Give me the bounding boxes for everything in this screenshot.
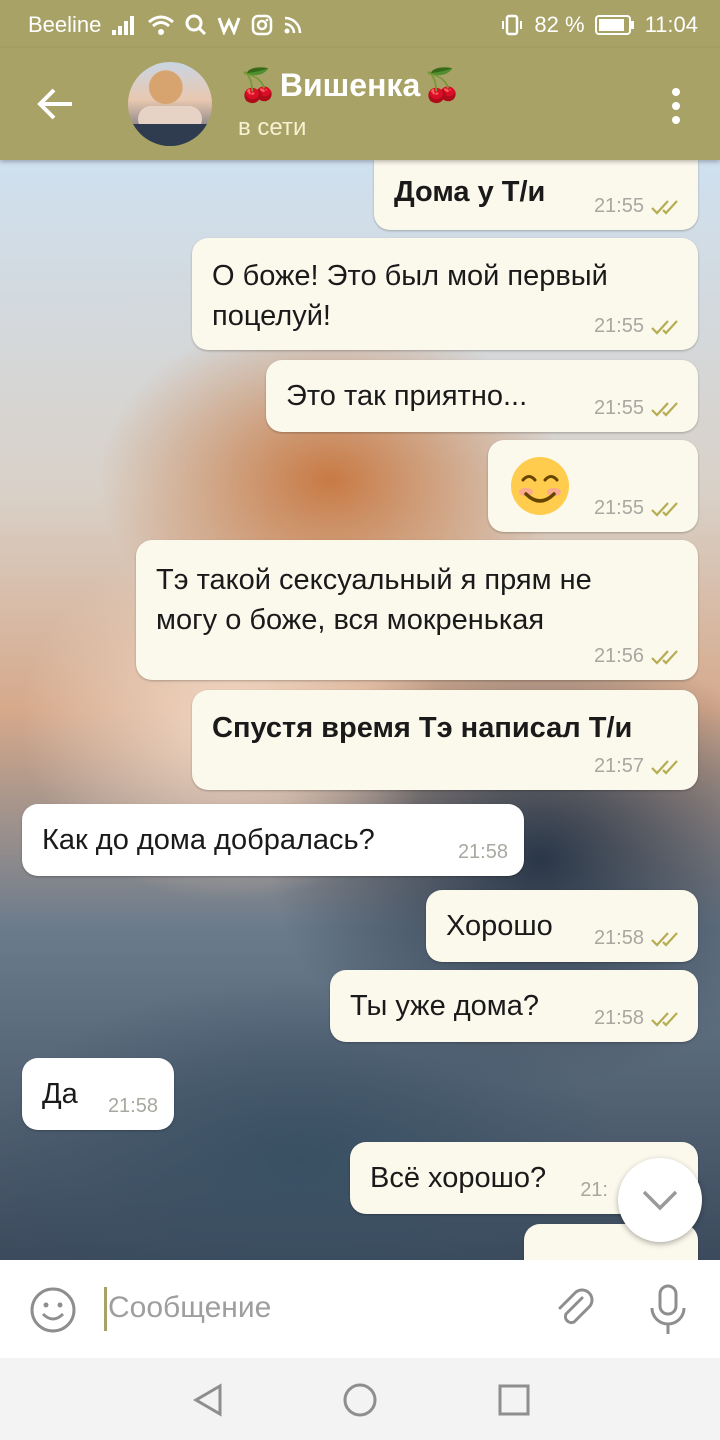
search-icon <box>185 14 207 36</box>
message-composer <box>0 1260 720 1358</box>
message-text-line: Тэ такой сексуальный я прям не <box>156 564 592 596</box>
message-time: 21:56 <box>593 645 644 667</box>
online-status: в сети <box>238 114 307 141</box>
nav-home-button[interactable] <box>342 1382 378 1423</box>
status-bar: Beeline 82 % 11:04 <box>0 0 720 48</box>
message-time: 21:55 <box>593 397 644 419</box>
message-bubble[interactable]: Да 21:58 <box>22 1058 174 1130</box>
message-bubble[interactable]: Дома у Т/и 21:55 <box>374 160 698 230</box>
message-bubble[interactable]: Как до дома добралась? 21:58 <box>22 804 524 876</box>
read-checks-icon <box>651 931 678 947</box>
message-text: Дома у Т/и <box>394 176 546 208</box>
message-text-line: поцелуй! <box>212 300 331 332</box>
text-cursor <box>104 1287 107 1331</box>
read-checks-icon <box>651 319 678 335</box>
smiling-face-emoji-icon <box>511 457 569 515</box>
chat-header: 🍒 Вишенка 🍒 в сети <box>0 48 720 160</box>
kebab-menu-icon <box>672 88 680 124</box>
message-bubble[interactable]: Хорошо 21:58 <box>426 890 698 962</box>
read-checks-icon <box>651 759 678 775</box>
read-checks-icon <box>651 501 678 517</box>
microphone-icon <box>650 1284 686 1334</box>
contact-name-text: Вишенка <box>279 66 421 103</box>
microphone-button[interactable] <box>648 1284 688 1336</box>
message-text: Хорошо <box>446 910 553 942</box>
attach-button[interactable] <box>552 1286 598 1332</box>
more-menu-button[interactable] <box>666 86 686 126</box>
message-text: Да <box>42 1078 78 1110</box>
chevron-down-icon <box>642 1190 678 1211</box>
cherry-icon: 🍒 <box>238 67 278 103</box>
battery-percent: 82 % <box>534 12 585 37</box>
circle-home-icon <box>343 1383 377 1417</box>
read-checks-icon <box>651 199 678 215</box>
nav-back-button[interactable] <box>190 1382 226 1423</box>
message-time: 21:58 <box>593 927 644 949</box>
avatar[interactable] <box>128 62 212 146</box>
wifi-icon <box>147 14 175 36</box>
chat-messages[interactable]: Дома у Т/и 21:55 О боже! Это был мой пер… <box>0 160 720 1260</box>
back-button[interactable] <box>34 82 78 126</box>
message-text: Как до дома добралась? <box>42 824 375 856</box>
message-bubble[interactable]: 21:55 <box>488 440 698 532</box>
message-text: Ты уже дома? <box>350 990 539 1022</box>
triangle-back-icon <box>193 1383 222 1417</box>
signal-icon <box>111 14 137 36</box>
message-time: 21:58 <box>107 1095 158 1117</box>
message-text-line: могу о боже, вся мокренькая <box>156 604 545 636</box>
message-bubble[interactable]: Это так приятно... 21:55 <box>266 360 698 432</box>
message-bubble[interactable]: Ты уже дома? 21:58 <box>330 970 698 1042</box>
paperclip-icon <box>558 1288 594 1325</box>
scroll-to-bottom-button[interactable] <box>618 1158 702 1242</box>
read-checks-icon <box>651 649 678 665</box>
w-app-icon <box>217 15 241 35</box>
message-time: 21:55 <box>593 315 644 337</box>
message-text-line: О боже! Это был мой первый <box>212 260 608 292</box>
carrier-label: Beeline <box>28 12 102 37</box>
message-text: Спустя время Тэ написал Т/и <box>212 712 633 744</box>
message-bubble[interactable]: Тэ такой сексуальный я прям не могу о бо… <box>136 540 698 680</box>
message-bubble[interactable]: О боже! Это был мой первый поцелуй! 21:5… <box>192 238 698 350</box>
battery-icon <box>594 14 635 36</box>
back-arrow-icon <box>37 88 72 120</box>
message-time: 21:57 <box>593 755 644 777</box>
message-time: 21:58 <box>593 1007 644 1029</box>
system-navigation-bar <box>0 1358 720 1440</box>
nav-recents-button[interactable] <box>496 1382 532 1423</box>
message-time: 21:58 <box>457 841 508 863</box>
smiley-icon <box>30 1287 76 1333</box>
rss-icon <box>283 15 303 35</box>
contact-name[interactable]: 🍒 Вишенка 🍒 <box>238 66 462 104</box>
clock: 11:04 <box>644 12 698 37</box>
message-time: 21: <box>580 1179 608 1201</box>
message-time: 21:55 <box>593 497 644 519</box>
emoji-button[interactable] <box>30 1287 76 1333</box>
vibrate-icon <box>500 13 524 37</box>
square-recents-icon <box>498 1384 530 1416</box>
message-bubble[interactable]: Спустя время Тэ написал Т/и 21:57 <box>192 690 698 790</box>
message-text: Это так приятно... <box>286 380 528 412</box>
message-text: Всё хорошо? <box>370 1162 547 1194</box>
message-time: 21:55 <box>593 195 644 217</box>
message-input[interactable] <box>108 1278 528 1338</box>
read-checks-icon <box>651 1011 678 1027</box>
cherry-icon: 🍒 <box>422 67 463 103</box>
read-checks-icon <box>651 401 678 417</box>
instagram-icon <box>251 14 273 36</box>
